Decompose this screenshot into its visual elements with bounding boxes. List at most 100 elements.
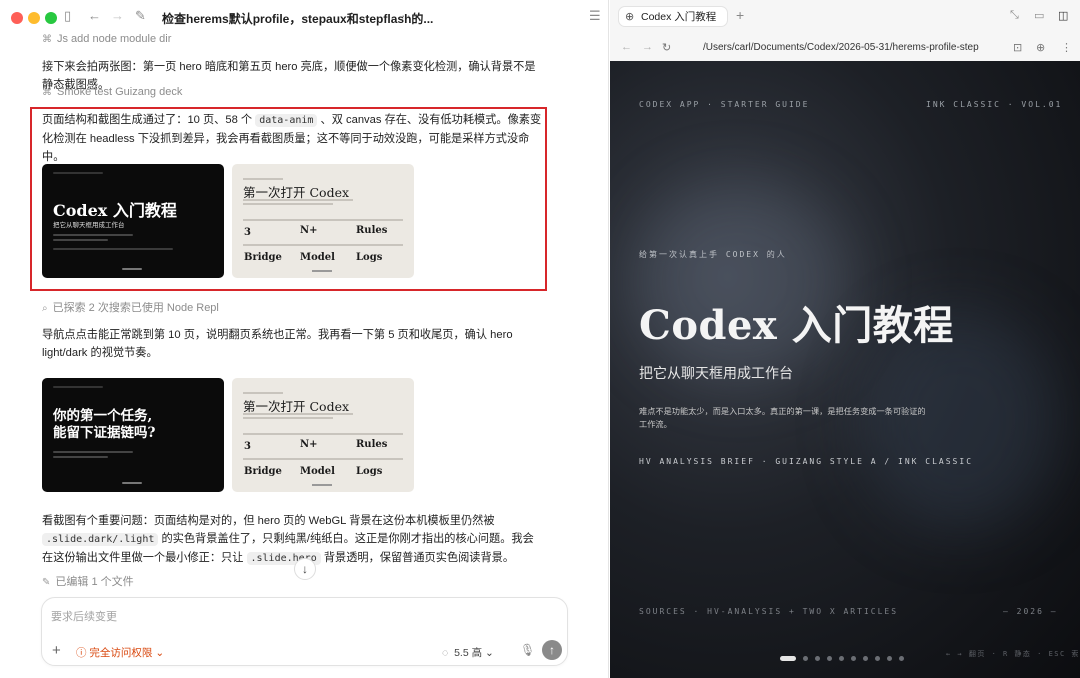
back-arrow-icon[interactable]: ← [621,41,632,53]
terminal-icon[interactable]: ▭ [1034,9,1044,22]
microphone-icon[interactable]: 🎙 [520,643,535,657]
spinner-icon: ◌ [442,647,449,659]
composer: 要求后续变更 + ⓘ 完全访问权限 ⌄ ◌ 5.5 高 ⌄ 🎙 ↑ [41,597,568,666]
slide-footer-right: — 2026 — [1003,607,1058,616]
message-text: 背景透明，保留普通页实色阅读背景。 [323,552,515,564]
capture-icon[interactable]: ⊡ [1013,41,1022,54]
app-window: ▯ ← → ✎ 检查herems默认profile，stepaux和stepfl… [0,0,1080,678]
pagination-dot[interactable] [851,656,856,662]
slide-kicker: 给第一次认真上手 CODEX 的人 [639,250,787,259]
tab-label: Codex 入门教程 [641,11,717,23]
tool-step-row[interactable]: ⌘ Smoke test Guizang deck [42,86,182,98]
collapse-icon[interactable]: ⤡ [1010,9,1019,22]
slide-header-right: INK CLASSIC · VOL.01 [926,100,1063,109]
tool-step-label: 已编辑 1 个文件 [55,576,134,588]
browser-tab[interactable]: ⊕ Codex 入门教程 [618,6,728,27]
pencil-icon: ✎ [42,577,51,588]
thumb-divider [243,244,403,246]
thumb-pager [312,270,332,272]
screenshot-thumbnail-dark[interactable]: 你的第一个任务, 能留下证据链吗? [42,378,224,492]
thumb-line [53,248,173,250]
scroll-to-bottom-button[interactable]: ↓ [294,558,316,580]
thumb-line [53,172,103,174]
thumb-grid-cell: Rules [356,225,388,236]
slide-nav-hint: ← → 翻页 · R 静态 · ESC 索引 [946,650,1080,658]
slide-preview[interactable]: CODEX APP · STARTER GUIDE INK CLASSIC · … [610,61,1080,678]
thumb-line [243,199,353,201]
pagination-dot[interactable] [899,656,904,662]
screenshot-thumbnail-dark[interactable]: Codex 入门教程 把它从聊天框用成工作台 [42,164,224,278]
zoom-window-button[interactable] [45,12,57,24]
slide-tagline: HV ANALYSIS BRIEF · GUIZANG STYLE A / IN… [639,457,974,466]
pagination-dot[interactable] [863,656,868,662]
thumb-line [243,413,353,415]
permission-dropdown[interactable]: ⓘ 完全访问权限 ⌄ [76,645,164,660]
permission-label: 完全访问权限 [89,647,153,659]
address-field[interactable]: /Users/carl/Documents/Codex/2026-05-31/h… [703,42,981,53]
screenshot-thumbnail-light[interactable]: 第一次打开 Codex 3 N+ Rules Bridge Model Logs [232,164,414,278]
minimize-window-button[interactable] [28,12,40,24]
search-icon: ⌕ [42,303,48,314]
sidebar-toggle-icon[interactable]: ▯ [64,9,71,23]
more-options-button[interactable]: ··· [401,8,417,23]
inline-code: .slide.dark/.light [42,533,159,546]
thumb-line [53,239,108,241]
add-attachment-button[interactable]: + [52,642,61,659]
chevron-down-icon: ⌄ [485,647,494,659]
thumb-grid-cell: Logs [356,466,383,477]
screenshot-thumbnail-light[interactable]: 第一次打开 Codex 3 N+ Rules Bridge Model Logs [232,378,414,492]
add-icon[interactable]: ⊕ [1036,41,1045,54]
more-icon[interactable]: ⋮ [1061,41,1072,54]
thumb-title-line: 你的第一个任务, [53,408,153,424]
pagination-dot[interactable] [875,656,880,662]
tool-step-row[interactable]: ⌕ 已探索 2 次搜索已使用 Node Repl [42,299,219,315]
tool-step-label: Js add node module dir [57,33,172,45]
split-view-icon[interactable]: ◫ [1058,9,1068,22]
slide-pagination[interactable] [780,650,911,662]
model-selector[interactable]: ◌ 5.5 高 ⌄ [442,645,494,660]
tool-step-label: 已探索 2 次搜索已使用 Node Repl [52,302,219,314]
pagination-dot[interactable] [780,656,796,662]
command-icon: ⌘ [42,34,52,45]
tool-step-label: Smoke test Guizang deck [57,86,183,98]
back-arrow-icon[interactable]: ← [88,9,101,23]
thumb-grid-cell: N+ [300,225,318,236]
assistant-message: 看截图有个重要问题：页面结构是对的，但 hero 页的 WebGL 背景在这份本… [42,512,542,568]
command-icon: ⌘ [42,87,52,98]
thumb-divider [243,433,403,435]
tool-step-row[interactable]: ⌘ Js add node module dir [42,33,171,45]
slide-subtitle: 把它从聊天框用成工作台 [639,366,793,382]
forward-arrow-icon[interactable]: → [642,41,653,53]
new-tab-button[interactable]: + [736,7,744,23]
reload-icon[interactable]: ↻ [662,41,671,54]
globe-icon: ⊕ [625,11,635,23]
pagination-dot[interactable] [887,656,892,662]
thumb-grid-cell: Model [300,466,335,477]
slide-header-left: CODEX APP · STARTER GUIDE [639,100,810,109]
thread-title: 检查herems默认profile，stepaux和stepflash的... [162,12,434,26]
forward-arrow-icon[interactable]: → [111,9,124,23]
pagination-dot[interactable] [839,656,844,662]
thumb-title: 你的第一个任务, 能留下证据链吗? [53,408,155,442]
thumb-line [53,451,133,453]
slide-footer-left: SOURCES · HV-ANALYSIS + TWO X ARTICLES [639,607,899,616]
thumb-line [53,386,103,388]
new-chat-icon[interactable]: ✎ [135,9,146,23]
close-window-button[interactable] [11,12,23,24]
thumb-grid-cell: Bridge [244,466,282,477]
thumb-title: Codex 入门教程 [53,201,177,220]
send-button[interactable]: ↑ [542,640,562,660]
composer-input[interactable]: 要求后续变更 [51,608,117,624]
diff-panel-icon[interactable]: ☰ [589,9,601,23]
browser-pane: ⊕ Codex 入门教程 + ⤡ ▭ ◫ ← → ↻ /Users/carl/D… [610,0,1080,678]
pagination-dot[interactable] [827,656,832,662]
thumb-line [53,234,133,236]
pagination-dot[interactable] [815,656,820,662]
pagination-dot[interactable] [803,656,808,662]
thumb-title-line: 能留下证据链吗? [53,425,156,441]
chat-topbar: ▯ ← → ✎ 检查herems默认profile，stepaux和stepfl… [0,0,609,33]
thumb-pager [122,482,142,484]
thumb-line [243,178,283,180]
thumb-line [243,392,283,394]
tool-step-row[interactable]: ✎ 已编辑 1 个文件 [42,573,134,589]
